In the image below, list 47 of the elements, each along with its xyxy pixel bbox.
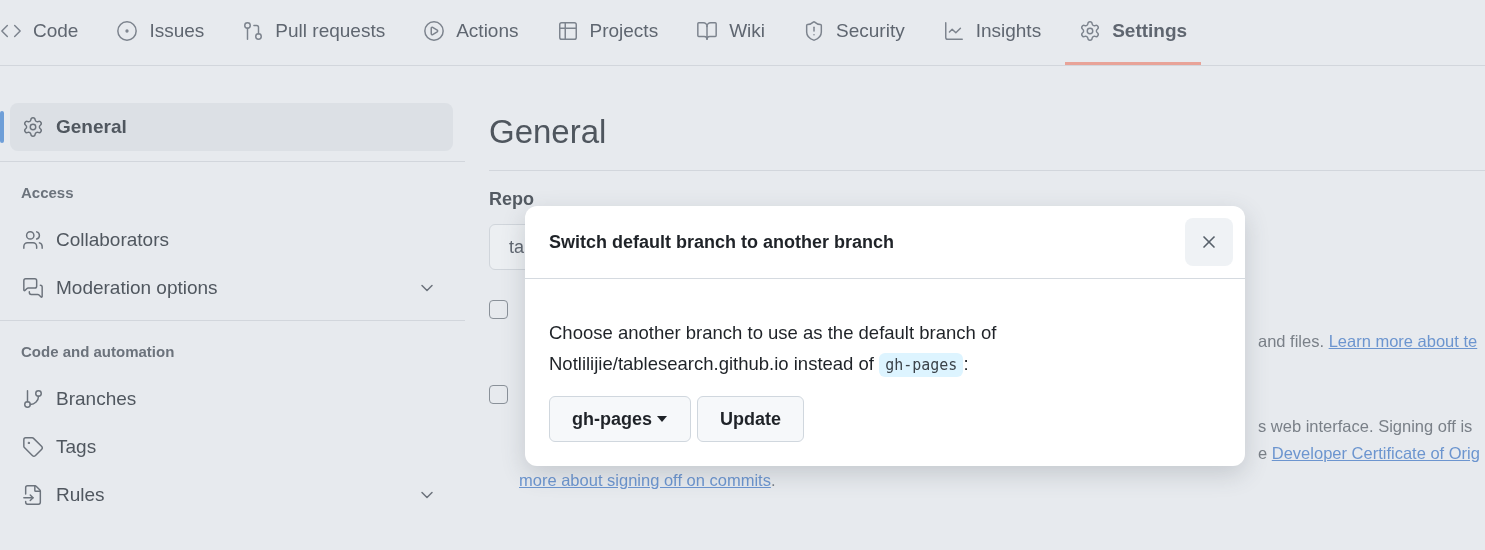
circle-dot-icon bbox=[116, 20, 139, 42]
sidebar-item[interactable]: Moderation options bbox=[10, 264, 453, 312]
sidebar-item[interactable]: Collaborators bbox=[10, 216, 453, 264]
nav-tab[interactable]: Wiki bbox=[682, 0, 780, 65]
nav-tab[interactable]: Settings bbox=[1065, 0, 1202, 65]
chat-bubbles-icon bbox=[22, 277, 44, 299]
nav-tab[interactable]: Pull requests bbox=[228, 0, 400, 65]
nav-tab[interactable]: Insights bbox=[928, 0, 1056, 65]
branch-dropdown-button[interactable]: gh-pages bbox=[549, 396, 691, 442]
caret-icon bbox=[656, 415, 668, 423]
branch-icon bbox=[22, 388, 44, 410]
upload-file-icon bbox=[22, 484, 44, 506]
learn-more-link[interactable]: Learn more about te bbox=[1328, 332, 1478, 351]
sidebar-item[interactable]: Branches bbox=[10, 375, 453, 423]
nav-tab[interactable]: Actions bbox=[409, 0, 533, 65]
option-description: . bbox=[770, 471, 776, 490]
sidebar-heading: Access bbox=[20, 183, 75, 203]
pull-request-icon bbox=[242, 20, 265, 42]
update-button[interactable]: Update bbox=[697, 396, 805, 442]
nav-tab[interactable]: Code bbox=[0, 0, 93, 65]
nav-tab[interactable]: Projects bbox=[542, 0, 673, 65]
nav-tab[interactable]: Issues bbox=[102, 0, 219, 65]
sidebar-item[interactable]: Rules bbox=[10, 471, 453, 519]
option-description: and files. bbox=[1258, 332, 1326, 351]
page-title: General bbox=[489, 108, 1485, 171]
tag-icon bbox=[22, 436, 44, 458]
line-chart-icon bbox=[942, 20, 965, 42]
nav-tab[interactable]: Security bbox=[789, 0, 919, 65]
sidebar-item[interactable]: General bbox=[10, 103, 453, 151]
table-icon bbox=[556, 20, 579, 42]
people-icon bbox=[22, 229, 44, 251]
learn-more-link[interactable]: Developer Certificate of Orig bbox=[1271, 444, 1480, 463]
settings-icon bbox=[22, 116, 44, 138]
learn-more-link[interactable]: more about signing off on commits bbox=[519, 471, 771, 490]
section-label: Repo bbox=[489, 189, 534, 211]
sidebar-heading: Code and automation bbox=[20, 342, 176, 362]
option-description: s web interface. Signing off is bbox=[1258, 417, 1473, 436]
play-icon bbox=[423, 20, 446, 42]
checkbox[interactable] bbox=[489, 299, 508, 319]
dialog-title: Switch default branch to another branch bbox=[549, 231, 896, 253]
close-button[interactable] bbox=[1185, 218, 1233, 266]
checkbox[interactable] bbox=[489, 384, 508, 404]
sidebar-item[interactable]: Tags bbox=[10, 423, 453, 471]
dialog-message: Choose another branch to use as the default branch of Notlilijie/tablesearch.github.io instead of gh-pages : bbox=[549, 317, 1089, 381]
book-icon bbox=[696, 20, 719, 42]
option-description: e bbox=[1258, 444, 1269, 463]
settings-icon bbox=[1079, 20, 1102, 42]
